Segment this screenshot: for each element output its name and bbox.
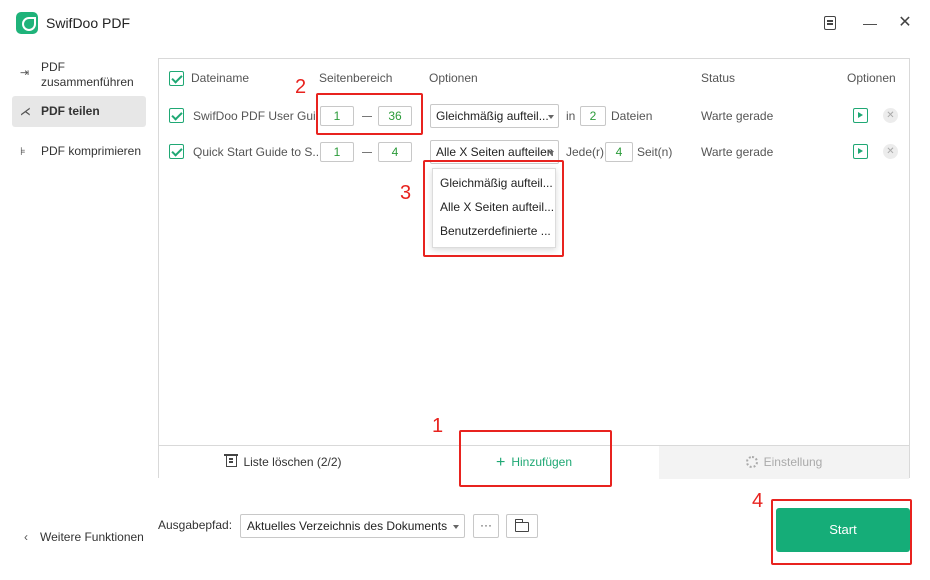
split-mode-value: Gleichmäßig aufteil... <box>436 109 549 123</box>
count-input[interactable]: 2 <box>580 106 606 126</box>
sidebar-item-compress[interactable]: ⊧ PDF komprimieren <box>12 140 146 164</box>
app-logo-icon <box>16 12 38 34</box>
annotation-number-3: 3 <box>400 182 412 204</box>
more-functions-label: Weitere Funktionen <box>40 530 144 544</box>
output-path-label: Ausgabepfad: <box>158 518 233 532</box>
settings-label: Einstellung <box>763 455 823 469</box>
clear-list-label: Liste löschen (2/2) <box>243 455 342 469</box>
sidebar-item-label: PDF teilen <box>41 104 100 118</box>
col-header-actions: Optionen <box>847 71 896 85</box>
play-icon[interactable] <box>853 144 868 159</box>
count-input[interactable]: 4 <box>605 142 633 162</box>
file-name: SwifDoo PDF User Gui... <box>193 109 326 123</box>
output-path-value: Aktuelles Verzeichnis des Dokuments <box>247 519 448 533</box>
row-checkbox[interactable] <box>169 108 184 123</box>
range-to-input[interactable]: 4 <box>378 142 412 162</box>
annotation-number-4: 4 <box>752 490 764 512</box>
folder-icon <box>514 519 529 532</box>
close-button[interactable]: ✕ <box>895 13 915 33</box>
clear-list-button[interactable]: Liste löschen (2/2) <box>159 446 409 479</box>
app-title: SwifDoo PDF <box>46 15 131 31</box>
browse-more-button[interactable]: ··· <box>473 514 499 538</box>
gear-icon <box>745 456 758 468</box>
split-mode-value: Alle X Seiten aufteilen <box>436 145 554 159</box>
clear-list-icon <box>224 454 239 467</box>
split-icon: ⋌ <box>20 106 31 118</box>
annotation-number-2: 2 <box>295 76 307 98</box>
compress-icon: ⊧ <box>20 146 26 158</box>
settings-button[interactable]: Einstellung <box>659 446 909 479</box>
caret-down-icon <box>548 151 554 155</box>
split-mode-select[interactable]: Gleichmäßig aufteil... <box>430 104 559 128</box>
row-checkbox[interactable] <box>169 144 184 159</box>
sidebar-item-label: PDF zusammenführen <box>41 60 134 89</box>
count-prefix: in <box>566 109 576 123</box>
feedback-icon[interactable] <box>820 13 840 33</box>
status-text: Warte gerade <box>701 145 774 159</box>
annotation-box-4 <box>771 499 912 565</box>
count-suffix: Seit(n) <box>637 145 673 159</box>
sidebar: ⇥ PDF zusammenführen ⋌ PDF teilen ⊧ PDF … <box>0 48 152 580</box>
col-header-options: Optionen <box>429 71 478 85</box>
file-list-panel: Dateiname Seitenbereich Optionen Status … <box>158 58 910 479</box>
range-dash <box>362 152 372 153</box>
col-header-range: Seitenbereich <box>319 71 393 85</box>
annotation-number-1: 1 <box>432 415 444 437</box>
remove-row-icon[interactable]: ✕ <box>883 108 898 123</box>
merge-icon: ⇥ <box>20 67 30 79</box>
minimize-button[interactable]: — <box>860 13 880 33</box>
annotation-box-3 <box>423 160 564 257</box>
col-header-status: Status <box>701 71 736 85</box>
remove-row-icon[interactable]: ✕ <box>883 144 898 159</box>
select-all-checkbox[interactable] <box>169 71 184 86</box>
caret-down-icon <box>453 525 459 529</box>
count-suffix: Dateien <box>611 109 653 123</box>
file-name: Quick Start Guide to S... <box>193 145 323 159</box>
annotation-box-1 <box>459 430 612 487</box>
title-bar: SwifDoo PDF — ✕ <box>0 0 930 48</box>
count-prefix: Jede(r) <box>566 145 605 159</box>
sidebar-item-merge[interactable]: ⇥ PDF zusammenführen <box>12 58 146 92</box>
open-folder-button[interactable] <box>506 514 538 538</box>
range-from-input[interactable]: 1 <box>320 142 354 162</box>
sidebar-item-split[interactable]: ⋌ PDF teilen <box>12 96 146 127</box>
play-icon[interactable] <box>853 108 868 123</box>
chevron-left-icon: ‹ <box>24 530 28 544</box>
status-text: Warte gerade <box>701 109 774 123</box>
annotation-box-2 <box>316 93 423 135</box>
col-header-name: Dateiname <box>191 71 250 85</box>
more-functions-link[interactable]: ‹ Weitere Funktionen <box>24 530 144 544</box>
sidebar-item-label: PDF komprimieren <box>41 144 142 158</box>
caret-down-icon <box>548 115 554 119</box>
output-path-select[interactable]: Aktuelles Verzeichnis des Dokuments <box>240 514 465 538</box>
